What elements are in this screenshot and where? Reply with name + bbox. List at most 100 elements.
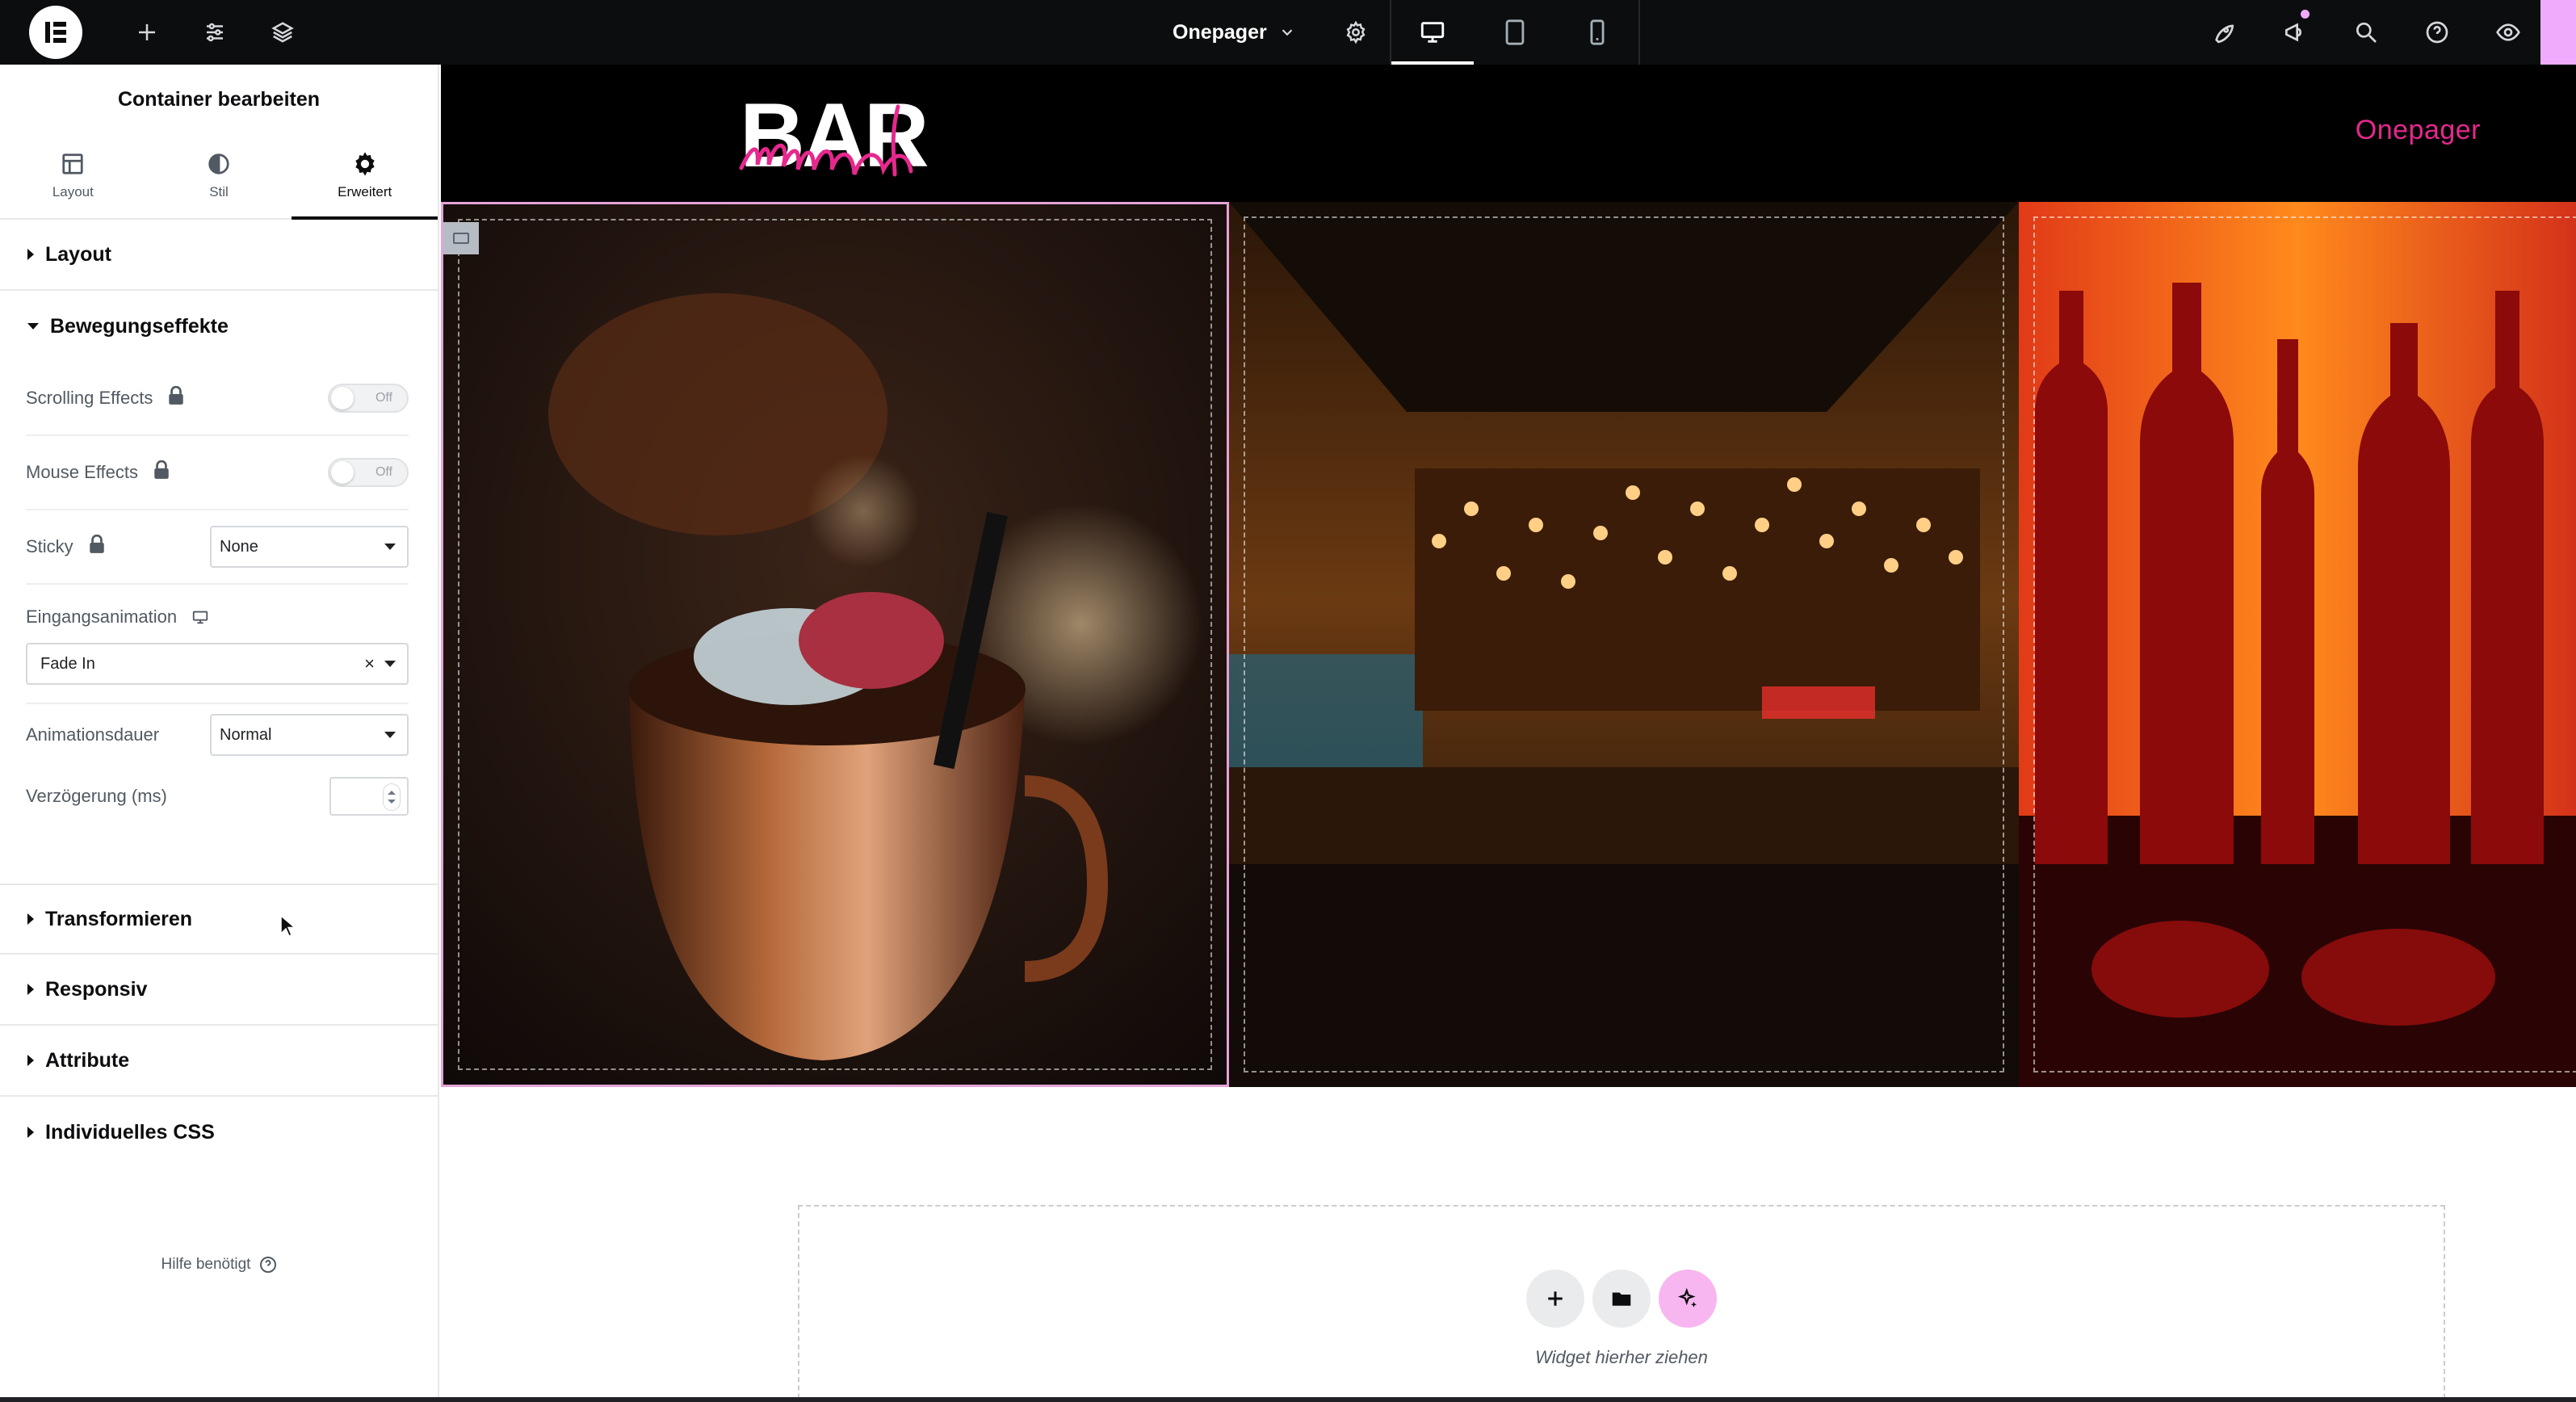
scrolling-effects-label: Scrolling Effects [26, 388, 153, 408]
tablet-icon [1505, 19, 1525, 45]
sparkle-icon [1677, 1287, 1697, 1308]
nav-item-onepager[interactable]: Onepager [2356, 115, 2481, 146]
bar-wunder-logo[interactable]: BAR [736, 82, 963, 187]
inner-container-outline [1244, 216, 2004, 1072]
animation-delay-input[interactable] [329, 777, 409, 816]
section-custom-css-label: Individuelles CSS [45, 1120, 215, 1144]
section-transform-label: Transformieren [45, 907, 193, 930]
number-stepper[interactable] [383, 783, 401, 811]
plus-icon [139, 24, 155, 40]
animation-duration-row: Animationsdauer Normal [26, 704, 409, 766]
inner-container-outline [458, 219, 1212, 1070]
animation-delay-label: Verzögerung (ms) [26, 786, 167, 806]
tab-advanced[interactable]: Erweitert [292, 134, 438, 220]
panel-title: Container bearbeiten [117, 87, 321, 111]
cocktail-image-column[interactable] [441, 202, 1229, 1087]
desktop-icon [1420, 22, 1444, 43]
tab-layout[interactable]: Layout [0, 134, 146, 218]
launchpad-button[interactable] [2188, 0, 2259, 65]
topbar-left [0, 0, 317, 65]
mouse-cursor-icon [280, 914, 296, 938]
sliders-icon [207, 23, 223, 42]
mobile-icon [1590, 19, 1605, 45]
megaphone-icon [2285, 23, 2302, 42]
sticky-select[interactable]: None [210, 526, 409, 568]
help-link[interactable]: Hilfe benötigt [0, 1255, 439, 1274]
tab-layout-label: Layout [52, 184, 94, 199]
preview-button[interactable] [2473, 0, 2544, 65]
mobile-view-button[interactable] [1556, 0, 1638, 65]
clear-selection-icon[interactable]: × [364, 653, 375, 674]
ai-button[interactable] [1659, 1270, 1717, 1328]
section-motion-effects[interactable]: Bewegungseffekte [0, 291, 438, 362]
entrance-animation-block: Eingangsanimation Fade In × [26, 585, 409, 704]
dropdown-arrow-icon [384, 732, 396, 738]
search-icon [2356, 22, 2377, 43]
lock-icon [88, 534, 106, 559]
panel-tabs: Layout Stil Erweitert [0, 134, 438, 220]
mouse-effects-label: Mouse Effects [26, 462, 138, 482]
bottom-edge [0, 1397, 2576, 1402]
mouse-effects-toggle[interactable]: Off [328, 458, 409, 487]
help-button[interactable] [2402, 0, 2473, 65]
notification-dot [2301, 10, 2310, 19]
search-button[interactable] [2331, 0, 2402, 65]
eye-icon [2496, 23, 2520, 41]
divider [1638, 0, 1640, 65]
site-settings-button[interactable] [181, 0, 249, 65]
page-switcher[interactable]: Onepager [1148, 0, 1322, 65]
entrance-animation-value: Fade In [40, 654, 95, 673]
sticky-row: Sticky None [26, 510, 409, 585]
tablet-view-button[interactable] [1474, 0, 1556, 65]
structure-button[interactable] [249, 0, 317, 65]
toggle-off-label: Off [375, 465, 392, 479]
dropdown-arrow-icon [384, 544, 396, 550]
whats-new-button[interactable] [2259, 0, 2331, 65]
help-circle-icon [2426, 21, 2448, 44]
page-canvas: BAR Onepager Widget hierher ziehen [441, 65, 2576, 1402]
image-gallery-container[interactable] [441, 202, 2576, 1087]
desktop-view-button[interactable] [1391, 0, 1474, 65]
section-custom-css[interactable]: Individuelles CSS [0, 1097, 438, 1168]
section-transform[interactable]: Transformieren [0, 884, 438, 955]
help-circle-icon [260, 1257, 277, 1273]
page-name-label: Onepager [1173, 20, 1267, 44]
publish-button-edge[interactable] [2540, 0, 2576, 65]
add-element-button[interactable] [113, 0, 181, 65]
help-label: Hilfe benötigt [161, 1256, 251, 1273]
page-settings-button[interactable] [1322, 0, 1390, 65]
folder-icon [1612, 1292, 1631, 1306]
add-template-button[interactable] [1592, 1270, 1651, 1328]
dropdown-arrow-icon [384, 661, 396, 667]
container-select-handle[interactable] [443, 222, 479, 254]
scrolling-effects-toggle[interactable]: Off [328, 384, 409, 413]
desktop-icon [192, 611, 208, 624]
animation-duration-value: Normal [220, 725, 272, 744]
elementor-logo-button[interactable] [29, 6, 82, 59]
entrance-animation-select[interactable]: Fade In × [26, 643, 409, 685]
bottles-image-column[interactable] [2019, 202, 2576, 1087]
caret-right-icon [27, 1127, 34, 1138]
dropzone-buttons [799, 1270, 2444, 1328]
tab-advanced-label: Erweitert [338, 184, 392, 199]
editor-panel: Container bearbeiten Layout Stil Erweite… [0, 65, 439, 1402]
rocket-icon [2215, 24, 2234, 44]
section-layout[interactable]: Layout [0, 220, 438, 291]
section-responsive[interactable]: Responsiv [0, 955, 438, 1026]
caret-right-icon [27, 1055, 34, 1066]
add-section-button[interactable] [1526, 1270, 1584, 1328]
site-header[interactable]: BAR Onepager [441, 65, 2576, 202]
tab-style[interactable]: Stil [146, 134, 292, 218]
mouse-effects-row: Mouse Effects Off [26, 436, 409, 510]
section-attributes-label: Attribute [45, 1048, 130, 1072]
svg-text:BAR: BAR [740, 85, 928, 186]
topbar-right [2188, 0, 2544, 65]
bar-interior-image-column[interactable] [1229, 202, 2019, 1087]
widget-dropzone[interactable]: Widget hierher ziehen [798, 1205, 2445, 1402]
layout-icon [62, 153, 83, 174]
caret-down-icon [27, 323, 39, 330]
animation-duration-select[interactable]: Normal [210, 714, 409, 756]
section-attributes[interactable]: Attribute [0, 1026, 438, 1097]
toggle-off-label: Off [375, 391, 392, 405]
gear-icon [355, 152, 375, 176]
